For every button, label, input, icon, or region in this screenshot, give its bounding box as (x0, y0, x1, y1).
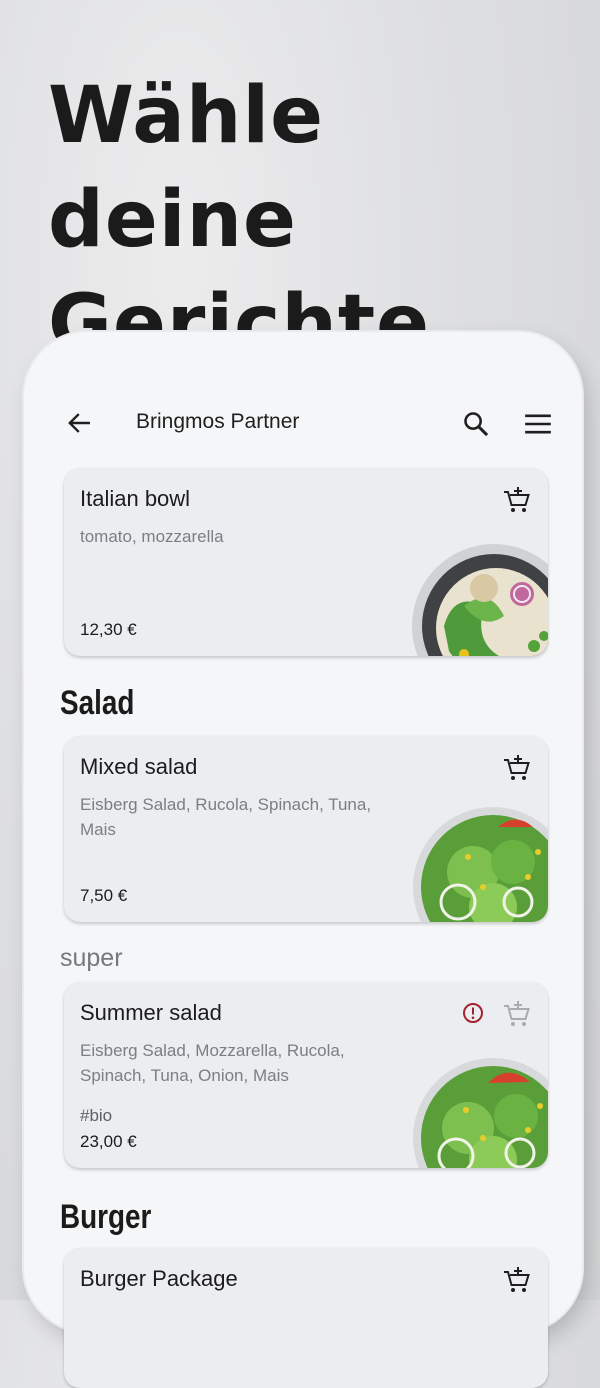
bowl-image (412, 544, 548, 656)
menu-item-card[interactable]: Burger Package (64, 1248, 548, 1388)
item-name: Summer salad (80, 1000, 222, 1025)
item-name: Burger Package (80, 1266, 238, 1291)
search-icon[interactable] (462, 410, 490, 438)
section-heading-burger: Burger (60, 1198, 152, 1236)
salad-image (413, 1058, 548, 1168)
item-tag: #bio (80, 1106, 113, 1125)
salad-image (413, 807, 548, 922)
warning-icon[interactable] (462, 1002, 484, 1024)
hamburger-menu-icon[interactable] (524, 412, 552, 436)
item-price: 23,00 € (80, 1132, 137, 1151)
add-to-cart-icon[interactable] (502, 486, 532, 514)
app-bar: Bringmos Partner (24, 332, 582, 437)
app-title: Bringmos Partner (136, 410, 300, 433)
item-name: Italian bowl (80, 486, 191, 511)
add-to-cart-icon-disabled[interactable] (502, 1000, 532, 1028)
item-description: tomato, mozzarella (80, 527, 224, 546)
item-description: Eisberg Salad, Mozzarella, Rucola, Spina… (80, 1041, 345, 1085)
add-to-cart-icon[interactable] (502, 754, 532, 782)
item-price: 7,50 € (80, 886, 128, 905)
item-description: Eisberg Salad, Rucola, Spinach, Tuna, Ma… (80, 795, 372, 839)
add-to-cart-icon[interactable] (502, 1266, 532, 1294)
item-price: 12,30 € (80, 620, 137, 639)
phone-frame: Bringmos Partner Italian bowl tomato, mo… (24, 332, 582, 1388)
menu-item-card[interactable]: Summer salad Eisberg Salad, Mozzarella, … (64, 982, 548, 1168)
section-heading-salad: Salad (60, 684, 135, 722)
menu-item-card[interactable]: Italian bowl tomato, mozzarella 12,30 € (64, 468, 548, 656)
item-name: Mixed salad (80, 754, 198, 779)
menu-item-card[interactable]: Mixed salad Eisberg Salad, Rucola, Spina… (64, 736, 548, 922)
section-heading-super: super (60, 944, 123, 972)
promo-headline: Wähle deine Gerichte (48, 71, 431, 369)
arrow-left-icon[interactable] (66, 410, 92, 436)
